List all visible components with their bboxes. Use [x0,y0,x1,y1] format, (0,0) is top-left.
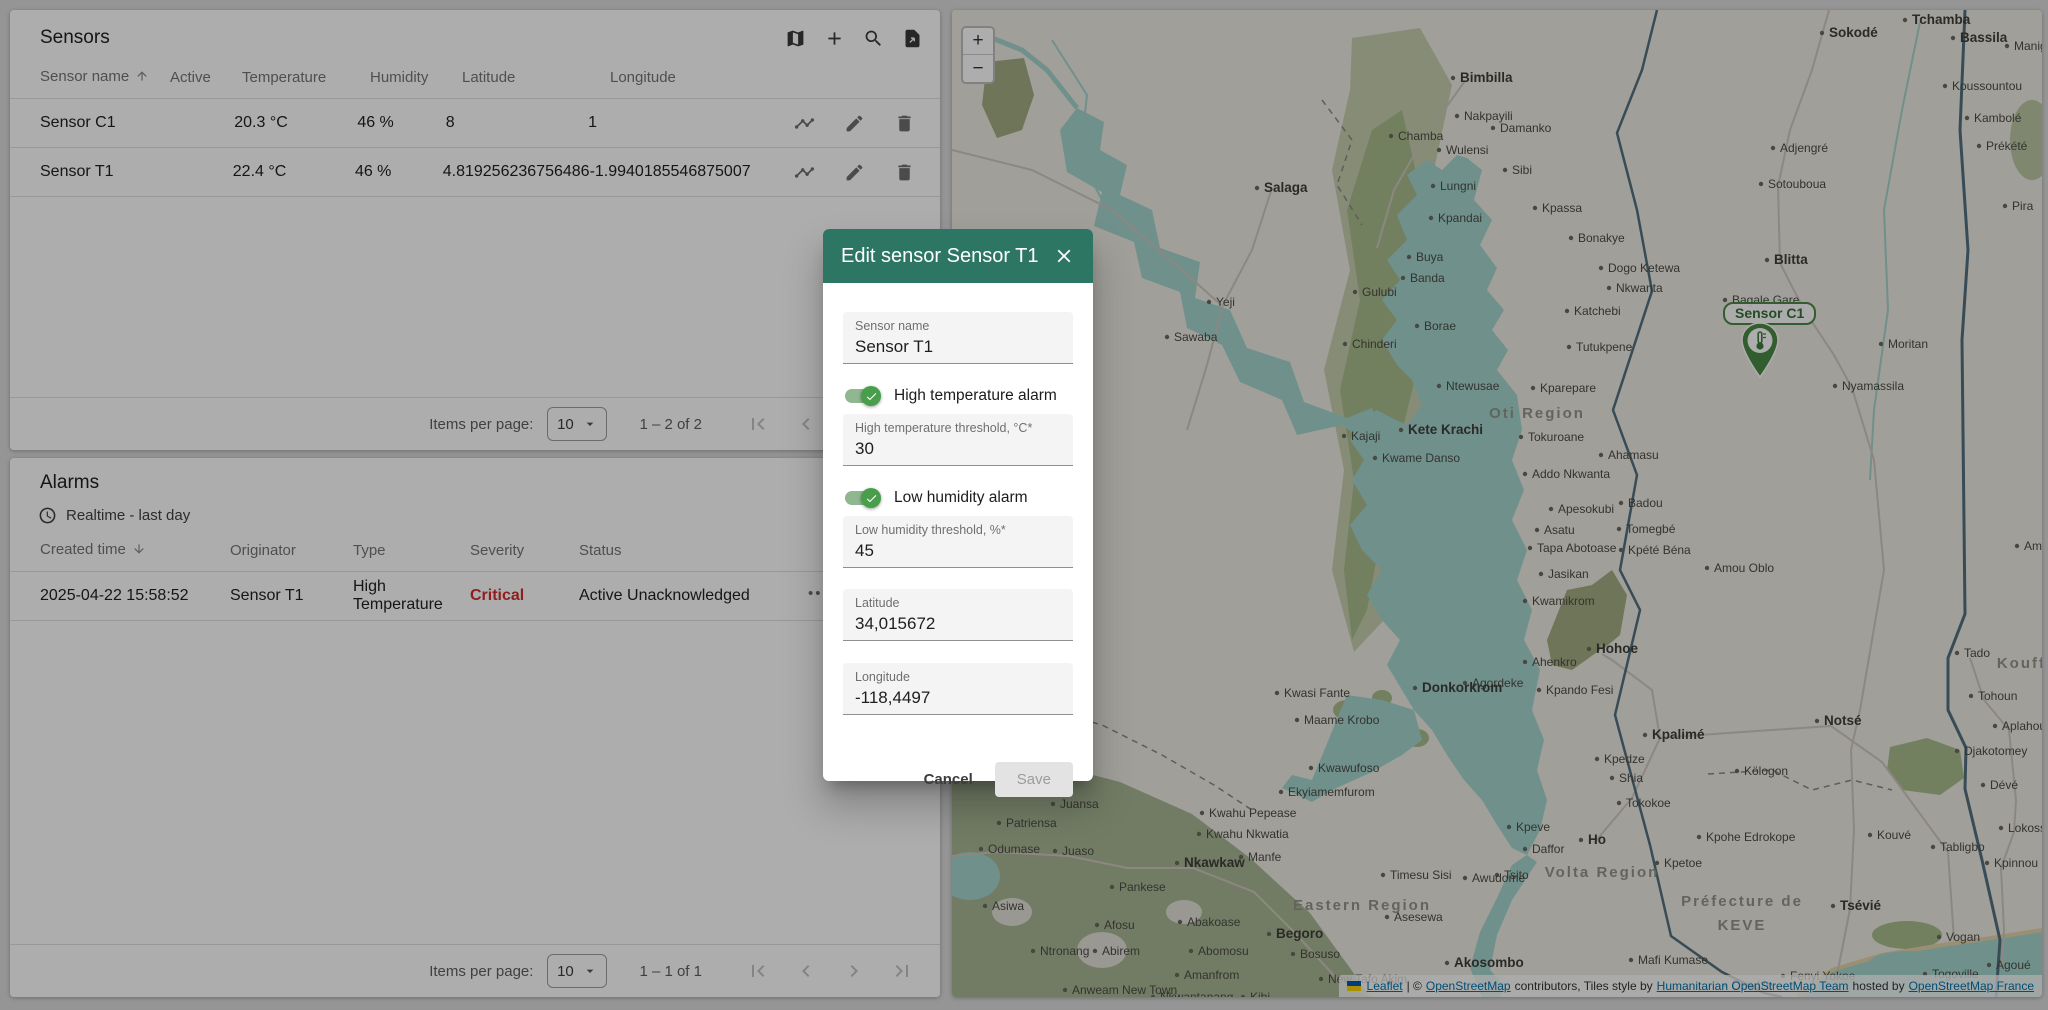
edit-sensor-dialog: Edit sensor Sensor T1 Sensor name High t… [823,229,1093,781]
low-humidity-alarm-row: Low humidity alarm [843,487,1073,509]
longitude-field[interactable]: Longitude [843,663,1073,715]
high-temp-alarm-label: High temperature alarm [894,387,1057,405]
latitude-field[interactable]: Latitude [843,589,1073,641]
low-humidity-threshold-input[interactable] [855,538,1061,561]
check-icon [861,488,881,508]
dialog-body: Sensor name High temperature alarm High … [823,283,1093,797]
longitude-label: Longitude [855,670,1061,685]
low-humidity-alarm-label: Low humidity alarm [894,489,1028,507]
sensor-name-field[interactable]: Sensor name [843,312,1073,364]
save-button[interactable]: Save [995,762,1073,797]
high-temp-threshold-input[interactable] [855,436,1061,459]
high-temp-threshold-field[interactable]: High temperature threshold, °C* [843,414,1073,466]
low-humidity-threshold-field[interactable]: Low humidity threshold, %* [843,516,1073,568]
close-icon[interactable] [1053,245,1075,267]
app-root: Sensors Sensor name Active Temperature H… [0,0,2048,1010]
latitude-input[interactable] [855,611,1061,634]
high-temp-alarm-toggle[interactable] [843,385,881,407]
dialog-title: Edit sensor Sensor T1 [841,245,1039,268]
dialog-header: Edit sensor Sensor T1 [823,229,1093,283]
cancel-button[interactable]: Cancel [910,762,987,797]
sensor-name-input[interactable] [855,334,1061,357]
high-temp-threshold-label: High temperature threshold, °C* [855,421,1061,436]
dialog-actions: Cancel Save [843,762,1073,797]
check-icon [861,386,881,406]
low-humidity-alarm-toggle[interactable] [843,487,881,509]
sensor-name-label: Sensor name [855,319,1061,334]
longitude-input[interactable] [855,685,1061,708]
high-temp-alarm-row: High temperature alarm [843,385,1073,407]
low-humidity-threshold-label: Low humidity threshold, %* [855,523,1061,538]
latitude-label: Latitude [855,596,1061,611]
